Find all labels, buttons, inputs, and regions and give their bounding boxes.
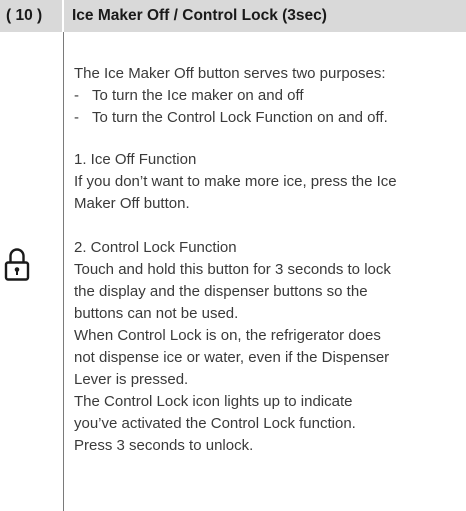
item-number: ( 10 ): [6, 7, 43, 24]
intro-text: The Ice Maker Off button serves two purp…: [74, 65, 386, 82]
purpose-text: To turn the Ice maker on and off: [92, 87, 304, 104]
section-text: the display and the dispenser buttons so…: [74, 283, 368, 300]
section-text: The Control Lock icon lights up to indic…: [74, 393, 353, 410]
bullet-dash: -: [74, 87, 79, 104]
section-text: Lever is pressed.: [74, 371, 189, 388]
section-text: Press 3 seconds to unlock.: [74, 437, 254, 454]
purpose-text: To turn the Control Lock Function on and…: [92, 109, 388, 126]
section-text: not dispense ice or water, even if the D…: [74, 349, 390, 366]
section-text: you’ve activated the Control Lock functi…: [74, 415, 356, 432]
section-text: When Control Lock is on, the refrigerato…: [74, 327, 381, 344]
section-heading: 2. Control Lock Function: [74, 239, 237, 256]
section-heading: 1. Ice Off Function: [74, 151, 197, 168]
header-divider: [62, 0, 64, 32]
bullet-dash: -: [74, 109, 79, 126]
section-text: If you don’t want to make more ice, pres…: [74, 173, 397, 190]
item-title: Ice Maker Off / Control Lock (3sec): [72, 7, 327, 24]
column-divider: [63, 32, 64, 511]
section-text: buttons can not be used.: [74, 305, 239, 322]
section-text: Maker Off button.: [74, 195, 190, 212]
lock-icon: [4, 248, 30, 281]
section-text: Touch and hold this button for 3 seconds…: [74, 261, 391, 278]
